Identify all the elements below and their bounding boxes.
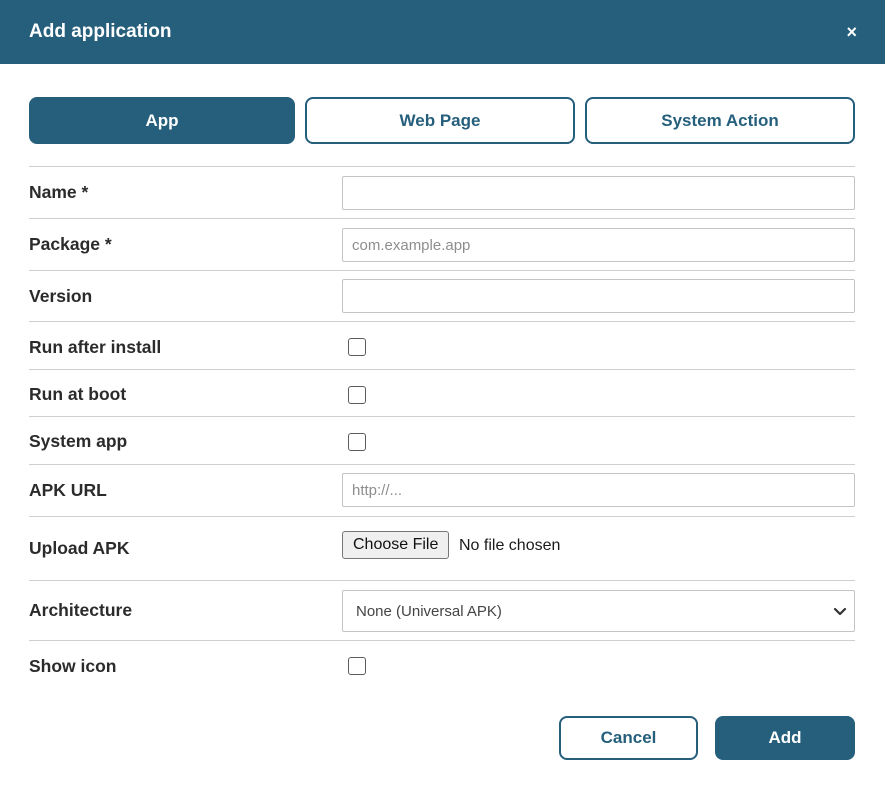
form-row-run-at-boot: Run at boot bbox=[29, 369, 855, 416]
architecture-selected-value: None (Universal APK) bbox=[356, 602, 502, 620]
architecture-label: Architecture bbox=[29, 600, 133, 620]
architecture-select[interactable]: None (Universal APK) bbox=[342, 590, 855, 632]
dialog-header: Add application × bbox=[0, 0, 885, 64]
form-row-version: Version bbox=[29, 270, 855, 321]
system-app-label: System app bbox=[29, 431, 128, 451]
choose-file-button[interactable]: Choose File bbox=[342, 531, 450, 559]
tab-web-page[interactable]: Web Page bbox=[305, 97, 575, 144]
add-button[interactable]: Add bbox=[715, 716, 855, 760]
tab-system-action[interactable]: System Action bbox=[585, 97, 855, 144]
form-row-system-app: System app bbox=[29, 416, 855, 464]
close-icon[interactable]: × bbox=[846, 23, 857, 41]
form-row-architecture: Architecture None (Universal APK) bbox=[29, 580, 855, 640]
run-after-install-label: Run after install bbox=[29, 337, 162, 357]
version-input[interactable] bbox=[342, 279, 855, 313]
form-row-package: Package * bbox=[29, 218, 855, 270]
form-row-run-after-install: Run after install bbox=[29, 321, 855, 369]
show-icon-checkbox[interactable] bbox=[348, 657, 366, 675]
chevron-down-icon bbox=[833, 607, 847, 616]
form-row-apk-url: APK URL bbox=[29, 464, 855, 516]
name-label: Name * bbox=[29, 182, 89, 202]
file-status-text: No file chosen bbox=[459, 537, 561, 554]
package-input[interactable] bbox=[342, 228, 855, 262]
show-icon-label: Show icon bbox=[29, 656, 117, 676]
dialog-title: Add application bbox=[29, 21, 172, 42]
package-label: Package * bbox=[29, 234, 112, 254]
system-app-checkbox[interactable] bbox=[348, 433, 366, 451]
version-label: Version bbox=[29, 286, 93, 306]
tab-app[interactable]: App bbox=[29, 97, 295, 144]
apk-url-label: APK URL bbox=[29, 480, 107, 500]
name-input[interactable] bbox=[342, 176, 855, 210]
form-row-upload-apk: Upload APK Choose File No file chosen bbox=[29, 516, 855, 580]
run-after-install-checkbox[interactable] bbox=[348, 338, 366, 356]
cancel-button[interactable]: Cancel bbox=[559, 716, 698, 760]
form-row-name: Name * bbox=[29, 166, 855, 218]
apk-url-input[interactable] bbox=[342, 473, 855, 507]
form-row-show-icon: Show icon bbox=[29, 640, 855, 690]
type-tabs: App Web Page System Action bbox=[29, 97, 855, 144]
run-at-boot-checkbox[interactable] bbox=[348, 386, 366, 404]
run-at-boot-label: Run at boot bbox=[29, 384, 127, 404]
upload-apk-label: Upload APK bbox=[29, 538, 130, 558]
